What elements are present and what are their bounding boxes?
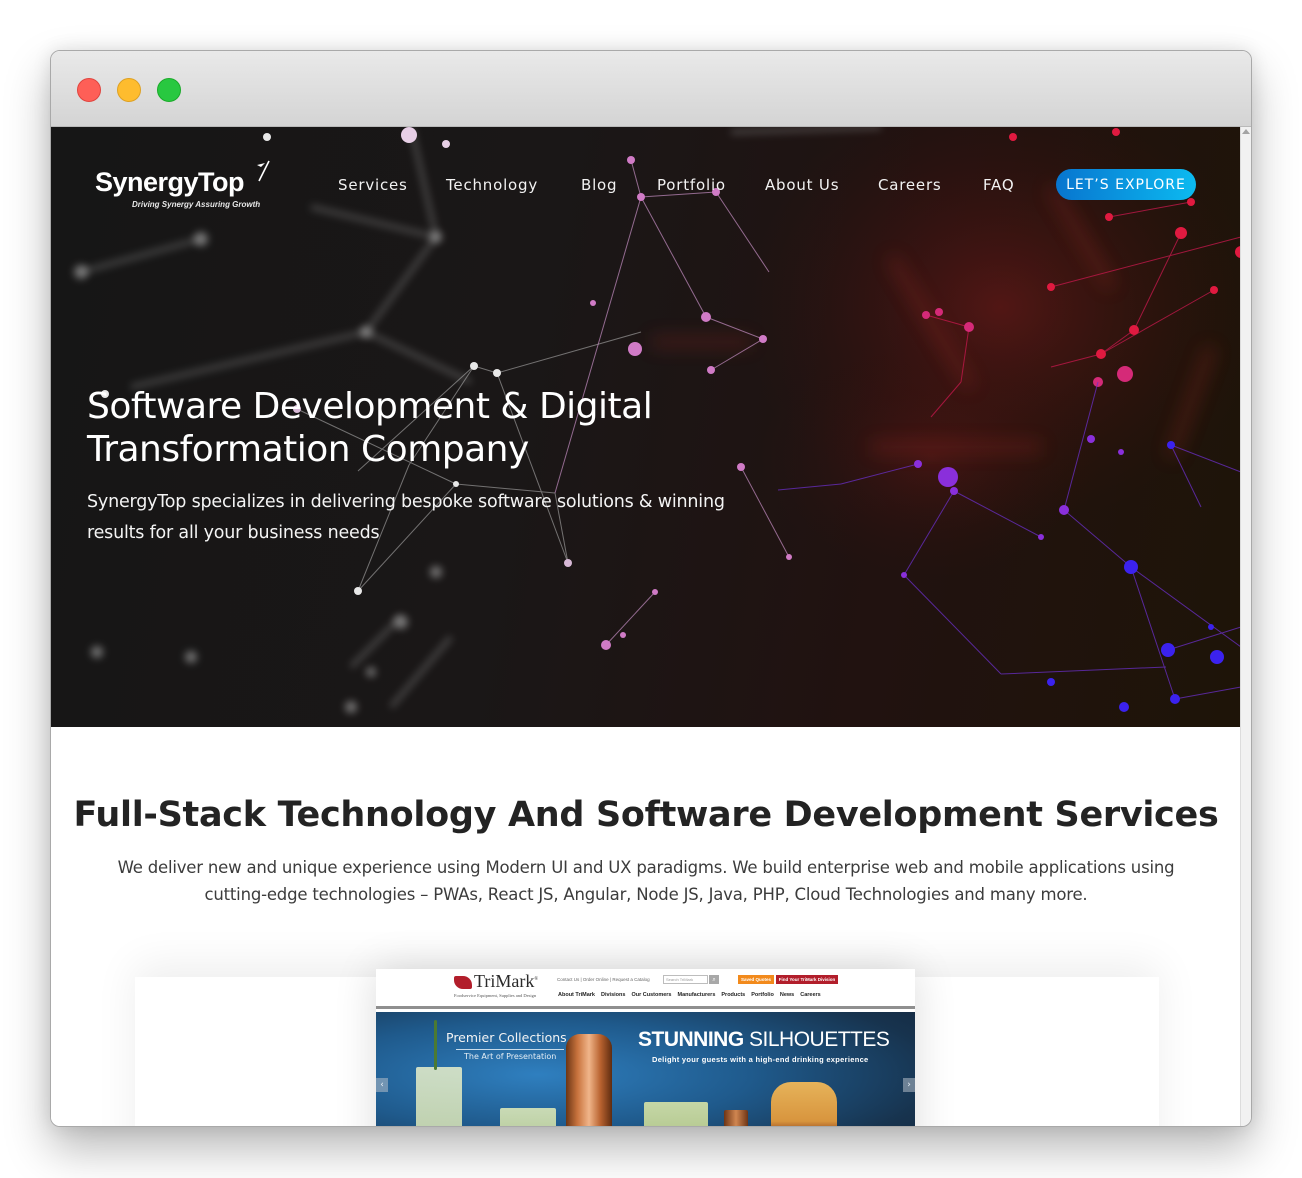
banner-title-light: SILHOUETTES [743,1028,890,1051]
close-window-button[interactable] [77,78,101,102]
portfolio-preview-screenshot[interactable]: TriMark® Foodservice Equipment, Supplies… [376,969,915,1126]
title-bar [51,51,1251,127]
jigger-graphic [724,1110,748,1126]
services-description: We deliver new and unique experience usi… [117,858,1175,904]
banner-divider [456,1049,564,1050]
browser-window: SynergyTop Driving Synergy Assuring Grow… [50,50,1252,1127]
nav-technology[interactable]: Technology [446,176,538,194]
synergytop-logo[interactable]: SynergyTop Driving Synergy Assuring Grow… [95,157,275,213]
logo-tagline: Driving Synergy Assuring Growth [132,200,261,209]
trimark-nav-item: Divisions [600,992,626,998]
trimark-division-button: Find Your TriMark Division [776,975,838,984]
trimark-saved-quotes-button: Saved Quotes [738,975,774,984]
hero-section: SynergyTop Driving Synergy Assuring Grow… [51,127,1241,727]
hero-title: Software Development & Digital Transform… [87,386,653,470]
chips-bucket-graphic [771,1082,837,1126]
banner-right-subtitle: Delight your guests with a high-end drin… [652,1055,869,1064]
nav-blog[interactable]: Blog [581,176,617,194]
trimark-nav-item: Manufacturers [677,992,716,998]
trimark-search-input: Search TriMark [663,975,708,984]
banner-left-subtitle: The Art of Presentation [464,1052,557,1061]
trimark-banner: Premier Collections The Art of Presentat… [376,1012,915,1126]
trimark-logo: TriMark® [454,971,538,992]
lemon-glass-graphic [416,1067,462,1126]
lime-glass-graphic [644,1102,708,1126]
scroll-up-arrow-icon[interactable] [1242,129,1250,134]
mint-glass-graphic [500,1108,556,1126]
banner-prev-arrow-icon: ‹ [376,1078,388,1092]
nav-careers[interactable]: Careers [878,176,942,194]
trimark-tagline: Foodservice Equipment, Supplies and Desi… [454,993,537,998]
maximize-window-button[interactable] [157,78,181,102]
vertical-scrollbar[interactable] [1240,127,1251,1126]
trimark-logo-text: TriMark [474,971,535,991]
trimark-nav-item: Our Customers [631,992,672,998]
trimark-utility-links: Contact Us | Order Online | Request a Ca… [557,977,650,982]
trimark-search-icon: ⌕ [709,975,719,984]
trimark-nav-item: News [779,992,795,998]
nav-about-us[interactable]: About Us [765,176,839,194]
hero-subtitle: SynergyTop specializes in delivering bes… [87,492,725,543]
page-viewport: SynergyTop Driving Synergy Assuring Grow… [51,127,1241,1126]
rosemary-graphic [434,1020,437,1070]
trimark-nav: About TriMark Divisions Our Customers Ma… [558,992,821,998]
nav-faq[interactable]: FAQ [983,176,1014,194]
nav-services[interactable]: Services [338,176,408,194]
trimark-header: TriMark® Foodservice Equipment, Supplies… [376,969,915,1009]
trimark-swirl-icon [454,976,472,990]
banner-title-bold: STUNNING [638,1028,744,1051]
trimark-nav-item: About TriMark [558,992,595,998]
services-heading: Full-Stack Technology And Software Devel… [73,795,1219,835]
lets-explore-button[interactable]: LET’S EXPLORE [1056,169,1196,200]
banner-right-title: STUNNING SILHOUETTES [638,1028,890,1052]
cocktail-shaker-graphic [566,1034,612,1126]
banner-left-title: Premier Collections [446,1030,567,1045]
logo-wordmark: SynergyTop [95,167,245,197]
banner-next-arrow-icon: › [903,1078,915,1092]
trimark-nav-item: Products [721,992,746,998]
logo-swoosh-icon [257,160,270,182]
minimize-window-button[interactable] [117,78,141,102]
trimark-nav-item: Portfolio [751,992,774,998]
trimark-nav-item: Careers [800,992,821,998]
nav-portfolio[interactable]: Portfolio [657,176,726,194]
